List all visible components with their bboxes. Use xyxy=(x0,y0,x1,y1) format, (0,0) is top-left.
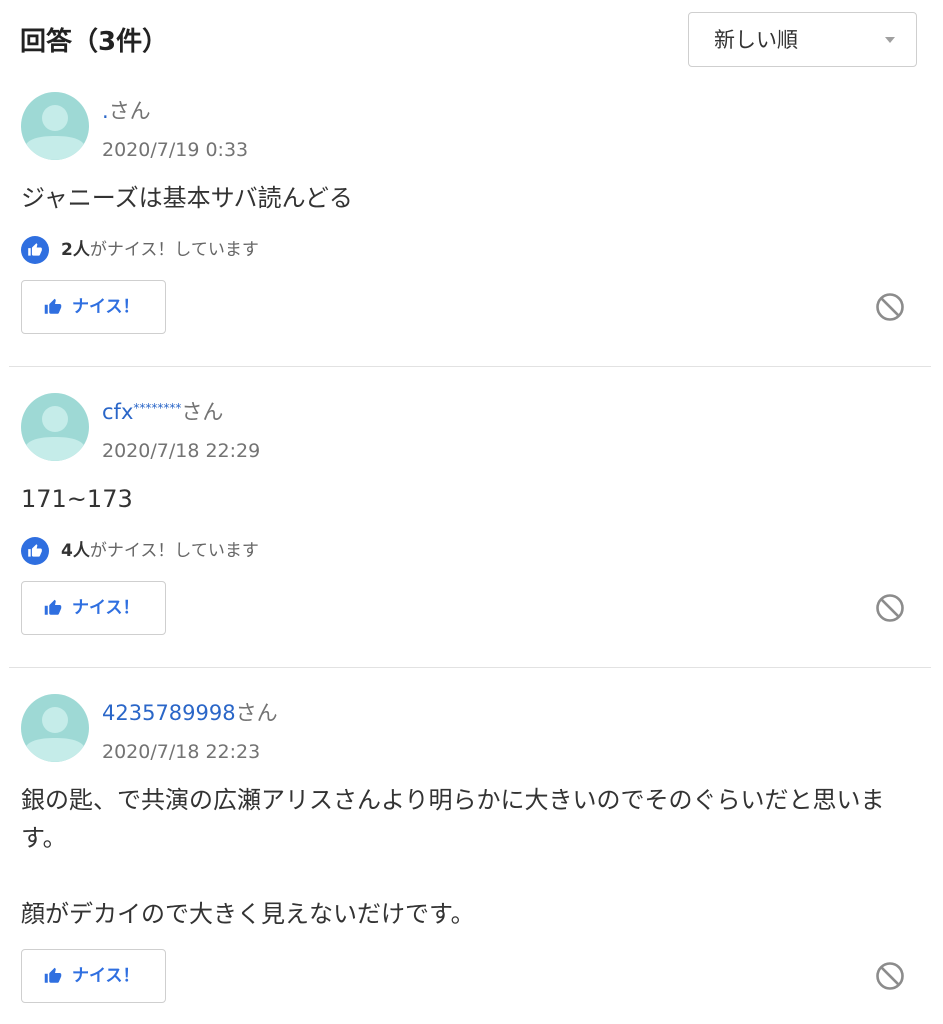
answers-count-title: 回答（3件） xyxy=(20,27,169,57)
answer-meta-text: .さん 2020/7/19 0:33 xyxy=(102,92,249,161)
answer-date: 2020/7/18 22:29 xyxy=(102,440,261,462)
answer-item: cfx********さん 2020/7/18 22:29 171~173 4人… xyxy=(0,367,943,667)
nice-count: 4人 xyxy=(61,541,90,561)
answer-date: 2020/7/19 0:33 xyxy=(102,139,249,161)
honorific-suffix: さん xyxy=(181,400,224,424)
answer-meta-text: 4235789998さん 2020/7/18 22:23 xyxy=(102,694,278,763)
block-icon[interactable] xyxy=(875,593,905,623)
nice-button-label: ナイス！ xyxy=(72,966,140,986)
sort-dropdown-label: 新しい順 xyxy=(714,28,798,52)
answer-list: .さん 2020/7/19 0:33 ジャニーズは基本サバ読んどる 2人 がナイス… xyxy=(0,66,943,1003)
nice-count: 2人 xyxy=(61,240,90,260)
nice-count-line: 4人 がナイス！しています xyxy=(21,537,917,565)
user-id-mask: ******** xyxy=(133,401,182,415)
user-name: .さん xyxy=(102,97,248,125)
answer-body: 銀の匙、で共演の広瀬アリスさんより明らかに大きいのでそのぐらいだと思います。 顔… xyxy=(21,786,885,928)
thumbs-up-badge-icon xyxy=(21,537,49,565)
user-avatar-icon[interactable] xyxy=(21,92,89,160)
answer-body: 171~173 xyxy=(21,485,133,513)
user-name: 4235789998さん xyxy=(102,699,278,727)
answer-item: 4235789998さん 2020/7/18 22:23 銀の匙、で共演の広瀬ア… xyxy=(0,668,943,1003)
user-avatar-icon[interactable] xyxy=(21,694,89,762)
user-name-link[interactable]: 4235789998 xyxy=(102,701,236,725)
answer-meta-text: cfx********さん 2020/7/18 22:29 xyxy=(102,393,261,462)
answer-date: 2020/7/18 22:23 xyxy=(102,741,261,763)
honorific-suffix: さん xyxy=(235,701,278,725)
answers-header: 回答（3件） 新しい順 xyxy=(0,0,943,67)
answer-meta: .さん 2020/7/19 0:33 xyxy=(21,92,917,161)
answer-actions: ナイス！ xyxy=(21,280,917,334)
block-icon[interactable] xyxy=(875,961,905,991)
thumbs-up-icon xyxy=(44,298,62,314)
user-id: cfx xyxy=(102,400,134,424)
user-name-link[interactable]: cfx******** xyxy=(102,400,181,424)
nice-count-text: がナイス！しています xyxy=(89,240,259,260)
thumbs-up-icon xyxy=(44,967,62,983)
nice-count-line: 2人 がナイス！しています xyxy=(21,236,917,264)
thumbs-up-icon xyxy=(44,599,62,615)
nice-button[interactable]: ナイス！ xyxy=(21,581,166,635)
caret-down-icon xyxy=(885,37,895,43)
sort-dropdown[interactable]: 新しい順 xyxy=(688,12,917,67)
nice-button-label: ナイス！ xyxy=(72,297,140,317)
answer-actions: ナイス！ xyxy=(21,949,917,1003)
answer-meta: cfx********さん 2020/7/18 22:29 xyxy=(21,393,917,462)
user-name-link[interactable]: . xyxy=(102,99,109,123)
answer-body: ジャニーズは基本サバ読んどる xyxy=(21,184,353,212)
nice-count-text: がナイス！しています xyxy=(89,541,259,561)
user-avatar-icon[interactable] xyxy=(21,393,89,461)
honorific-suffix: さん xyxy=(108,99,151,123)
answer-item: .さん 2020/7/19 0:33 ジャニーズは基本サバ読んどる 2人 がナイス… xyxy=(0,66,943,366)
nice-button[interactable]: ナイス！ xyxy=(21,949,166,1003)
nice-button-label: ナイス！ xyxy=(72,598,140,618)
thumbs-up-badge-icon xyxy=(21,236,49,264)
answer-actions: ナイス！ xyxy=(21,581,917,635)
answer-meta: 4235789998さん 2020/7/18 22:23 xyxy=(21,694,917,763)
user-name: cfx********さん xyxy=(102,398,260,426)
block-icon[interactable] xyxy=(875,292,905,322)
nice-button[interactable]: ナイス！ xyxy=(21,280,166,334)
